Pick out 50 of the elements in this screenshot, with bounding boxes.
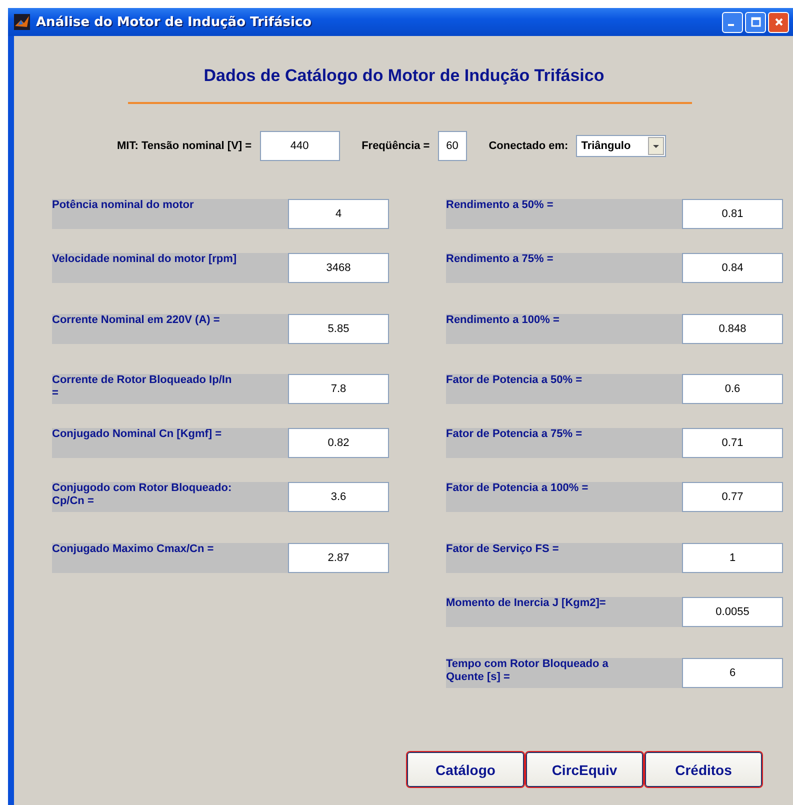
parameter-label: Fator de Potencia a 50% = [446, 374, 682, 404]
input-field[interactable]: 0.71 [682, 428, 783, 458]
connection-dropdown[interactable]: Triângulo [576, 135, 666, 157]
parameter-label: Rendimento a 100% = [446, 314, 682, 344]
parameter-label: Rendimento a 75% = [446, 253, 682, 283]
input-field[interactable]: 0.848 [682, 314, 783, 344]
action-button[interactable]: Catálogo [407, 752, 524, 787]
parameter-label: Corrente de Rotor Bloqueado Ip/In = [52, 374, 288, 404]
input-field[interactable]: 0.82 [288, 428, 389, 458]
field-label: Freqüência = [362, 140, 430, 152]
parameter-label: Corrente Nominal em 220V (A) = [52, 314, 288, 344]
input-field[interactable]: 4 [288, 199, 389, 229]
app-icon [14, 14, 30, 30]
input-field[interactable]: 3468 [288, 253, 389, 283]
maximize-button[interactable] [745, 12, 766, 32]
input-field[interactable]: 0.81 [682, 199, 783, 229]
parameter-label: Conjugado Maximo Cmax/Cn = [52, 543, 288, 573]
parameter-label: Fator de Serviço FS = [446, 543, 682, 573]
maximize-icon [750, 17, 760, 27]
input-field[interactable]: 0.6 [682, 374, 783, 404]
input-field[interactable]: 2.87 [288, 543, 389, 573]
input-field[interactable]: 440 [260, 131, 340, 161]
form-heading: Dados de Catálogo do Motor de Indução Trifásico [202, 65, 606, 86]
parameter-label: Velocidade nominal do motor [rpm] [52, 253, 288, 283]
parameter-label: Fator de Potencia a 100% = [446, 482, 682, 512]
minimize-button[interactable] [722, 12, 743, 32]
field-label: Conectado em: [488, 140, 568, 152]
close-icon [774, 17, 784, 27]
minimize-icon [728, 24, 734, 26]
parameter-label: Conjugodo com Rotor Bloqueado: Cp/Cn = [52, 482, 288, 512]
input-field[interactable]: 1 [682, 543, 783, 573]
parameter-label: Tempo com Rotor Bloqueado a Quente [s] = [446, 658, 682, 688]
action-button[interactable]: Créditos [645, 752, 762, 787]
close-button[interactable] [768, 12, 789, 32]
parameter-label: Momento de Inercia J [Kgm2]= [446, 597, 682, 627]
input-field[interactable]: 3.6 [288, 482, 389, 512]
input-field[interactable]: 60 [438, 131, 467, 161]
input-field[interactable]: 0.84 [682, 253, 783, 283]
input-field[interactable]: 0.0055 [682, 597, 783, 627]
field-label: MIT: Tensão nominal [V] = [117, 140, 252, 152]
input-field[interactable]: 0.77 [682, 482, 783, 512]
parameter-label: Conjugado Nominal Cn [Kgmf] = [52, 428, 288, 458]
window-title: Análise do Motor de Indução Trifásico [36, 14, 313, 30]
input-field[interactable]: 6 [682, 658, 783, 688]
parameter-label: Fator de Potencia a 75% = [446, 428, 682, 458]
input-field[interactable]: 5.85 [288, 314, 389, 344]
action-button[interactable]: CircEquiv [526, 752, 643, 787]
parameter-label: Potência nominal do motor [52, 199, 288, 229]
input-field[interactable]: 7.8 [288, 374, 389, 404]
parameter-label: Rendimento a 50% = [446, 199, 682, 229]
